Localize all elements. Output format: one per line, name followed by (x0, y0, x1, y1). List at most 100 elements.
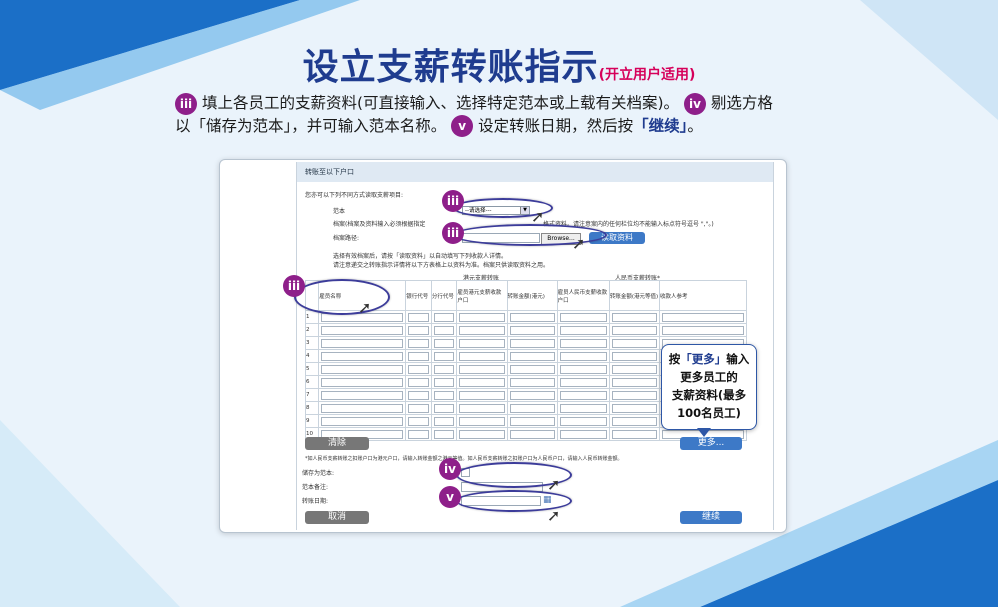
cell-input[interactable] (321, 364, 404, 374)
cell-input[interactable] (509, 338, 555, 348)
cell-input[interactable] (559, 390, 607, 400)
cell-input[interactable] (433, 338, 455, 348)
cursor-arrow-icon: ➚ (358, 298, 372, 317)
file-path-label: 档案路径: (333, 235, 360, 242)
template-label: 范本 (333, 208, 346, 215)
highlight-ring (294, 279, 390, 315)
cell-input[interactable] (408, 325, 429, 335)
cell-input[interactable] (559, 377, 607, 387)
cursor-arrow-icon: ➚ (547, 506, 561, 525)
cell-input[interactable] (559, 364, 607, 374)
cell-input[interactable] (321, 403, 404, 413)
cell-input[interactable] (509, 390, 555, 400)
more-button[interactable]: 更多... (680, 437, 742, 450)
cell-input[interactable] (509, 325, 555, 335)
cell-input[interactable] (459, 403, 505, 413)
cell-input[interactable] (509, 364, 555, 374)
cell-input[interactable] (321, 390, 404, 400)
cell-input[interactable] (611, 325, 657, 335)
cell-input[interactable] (611, 377, 657, 387)
cell-input[interactable] (459, 338, 505, 348)
cell-input[interactable] (611, 351, 657, 361)
marker-v: v (439, 486, 461, 508)
col-reference: 收款人参考 (658, 280, 748, 311)
cell-input[interactable] (459, 364, 505, 374)
cell-input[interactable] (459, 390, 505, 400)
cell-input[interactable] (321, 377, 404, 387)
cell-input[interactable] (611, 312, 657, 322)
col-bank-code: 银行代号 (405, 280, 432, 311)
cell-input[interactable] (559, 403, 607, 413)
cell-input[interactable] (661, 325, 744, 335)
cell-input[interactable] (611, 338, 657, 348)
cell-input[interactable] (559, 416, 607, 426)
cell-input[interactable] (509, 377, 555, 387)
cell-input[interactable] (433, 429, 455, 439)
cell-input[interactable] (321, 416, 404, 426)
cell-input[interactable] (408, 403, 429, 413)
page-title: 设立支薪转账指示(开立用户适用) (302, 47, 696, 88)
cell-input[interactable] (509, 429, 555, 439)
cancel-button[interactable]: 取消 (305, 511, 369, 524)
cell-input[interactable] (459, 416, 505, 426)
cell-input[interactable] (459, 377, 505, 387)
cell-input[interactable] (611, 416, 657, 426)
cell-input[interactable] (408, 312, 429, 322)
cell-input[interactable] (321, 351, 404, 361)
cell-input[interactable] (559, 312, 607, 322)
instruction-continue-highlight: 「继续」 (633, 116, 688, 135)
cell-input[interactable] (459, 325, 505, 335)
cell-input[interactable] (509, 403, 555, 413)
cell-input[interactable] (408, 429, 429, 439)
badge-iii: iii (175, 92, 197, 115)
cell-input[interactable] (509, 416, 555, 426)
clear-button[interactable]: 清除 (305, 437, 369, 450)
cell-input[interactable] (433, 416, 455, 426)
cell-input[interactable] (611, 403, 657, 413)
cell-input[interactable] (433, 403, 455, 413)
file-note-a: 档案(档案及资料输入必须根据指定 (333, 221, 426, 228)
cell-input[interactable] (509, 351, 555, 361)
cell-input[interactable] (611, 429, 657, 439)
cell-input[interactable] (559, 429, 607, 439)
table-row: 1 (304, 310, 748, 324)
table-row: 2 (304, 323, 748, 337)
cell-input[interactable] (459, 312, 505, 322)
cell-input[interactable] (433, 351, 455, 361)
cell-input[interactable] (408, 338, 429, 348)
col-hk-account: 雇员港元支薪收款户口 (456, 280, 508, 311)
instruction-part2a: 剔选方格 (710, 94, 773, 112)
marker-iv: iv (439, 458, 461, 480)
col-rmb-amount: 转账金额(港元等值) (608, 280, 660, 311)
cursor-arrow-icon: ➚ (572, 234, 586, 253)
cell-input[interactable] (408, 377, 429, 387)
cell-input[interactable] (408, 390, 429, 400)
cell-input[interactable] (559, 351, 607, 361)
marker-iii: iii (283, 275, 305, 297)
cell-input[interactable] (433, 390, 455, 400)
cell-input[interactable] (321, 338, 404, 348)
cell-input[interactable] (433, 377, 455, 387)
cell-input[interactable] (408, 416, 429, 426)
cell-input[interactable] (661, 312, 744, 322)
form-screenshot: 转账至以下户口 您亦可以下列不同方式读取支薪项目: 范本 --请选择--- ▼ … (219, 159, 787, 533)
cell-input[interactable] (433, 325, 455, 335)
col-hk-amount: 转账金额(港元) (506, 280, 558, 311)
save-template-label: 储存为范本: (302, 470, 335, 477)
cell-input[interactable] (559, 338, 607, 348)
cell-input[interactable] (611, 364, 657, 374)
cell-input[interactable] (611, 390, 657, 400)
cell-input[interactable] (509, 312, 555, 322)
form-header: 转账至以下户口 (297, 162, 773, 182)
cell-input[interactable] (459, 429, 505, 439)
cell-input[interactable] (321, 325, 404, 335)
cell-input[interactable] (433, 364, 455, 374)
cell-input[interactable] (408, 364, 429, 374)
cell-input[interactable] (433, 312, 455, 322)
col-rmb-account: 雇员人民币支薪收款户口 (556, 280, 610, 311)
cell-input[interactable] (459, 351, 505, 361)
marker-iii: iii (442, 222, 464, 244)
cell-input[interactable] (559, 325, 607, 335)
cell-input[interactable] (408, 351, 429, 361)
continue-button[interactable]: 继续 (680, 511, 742, 524)
